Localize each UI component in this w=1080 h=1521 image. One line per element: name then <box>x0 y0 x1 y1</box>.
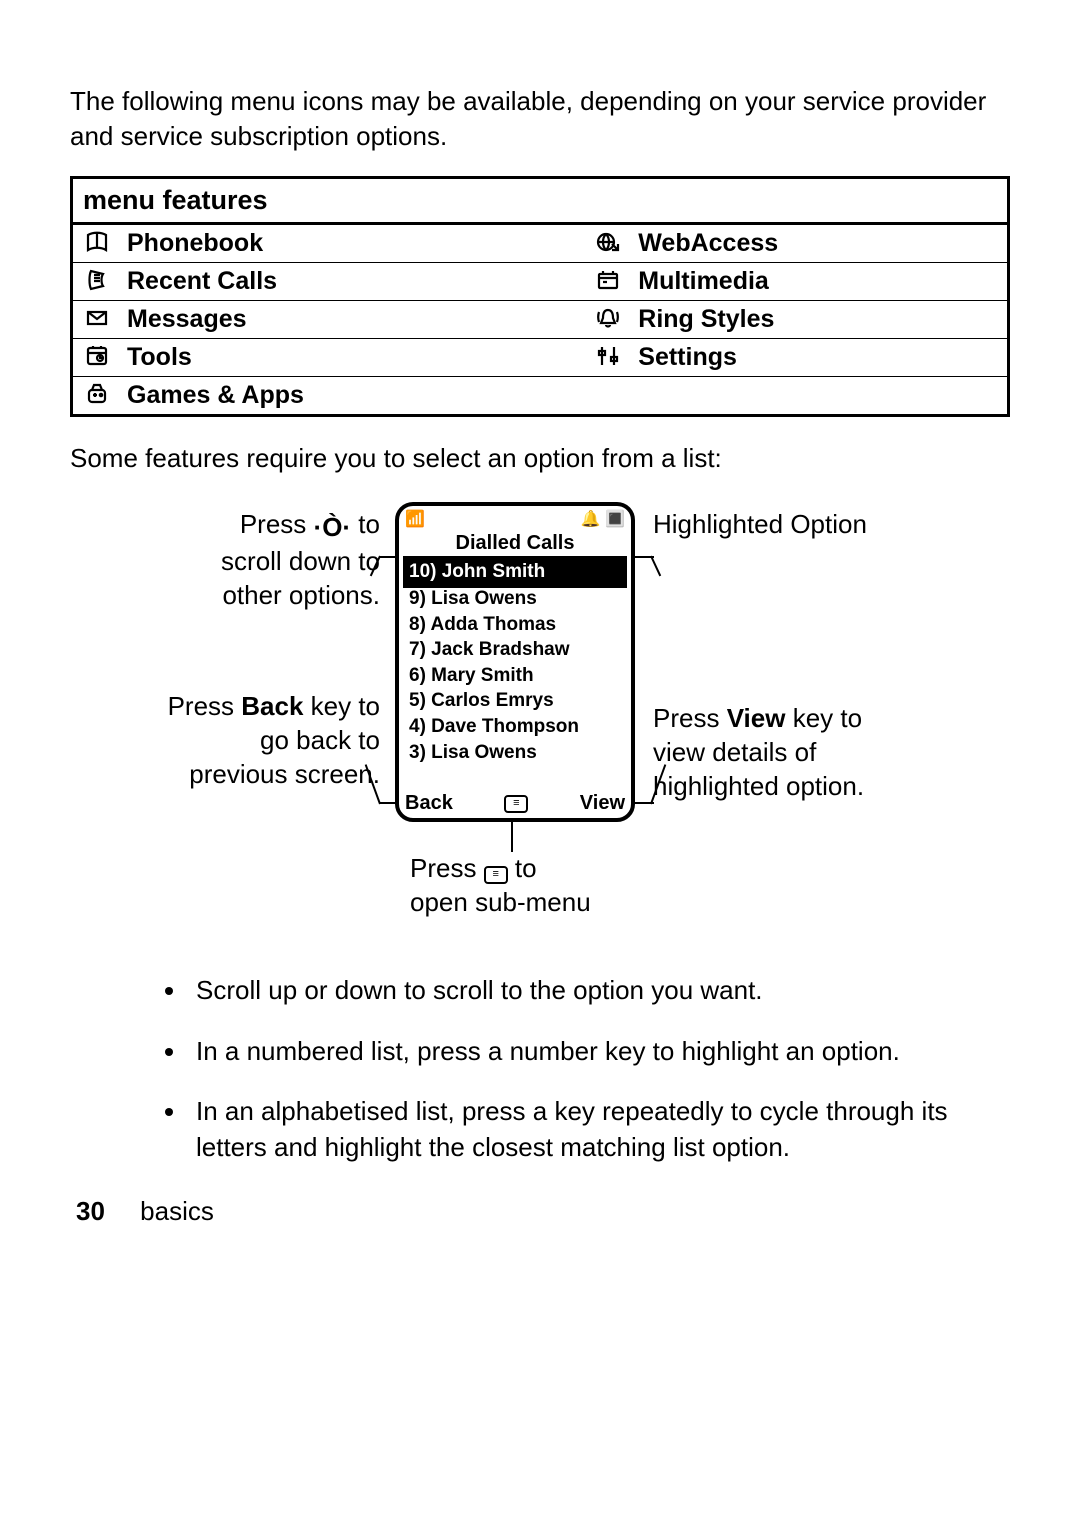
list-item: In an alphabetised list, press a key rep… <box>188 1093 1010 1166</box>
list-item: In a numbered list, press a number key t… <box>188 1033 1010 1069</box>
recent-calls-icon <box>72 263 122 301</box>
table-row: Tools Settings <box>72 339 1009 377</box>
softkey-back[interactable]: Back <box>405 792 453 815</box>
feature-label <box>632 377 1008 416</box>
list-item[interactable]: 10) John Smith <box>405 558 625 586</box>
feature-label: Games & Apps <box>121 377 584 416</box>
mid-paragraph: Some features require you to select an o… <box>70 441 1010 476</box>
list-item[interactable]: 8) Adda Thomas <box>405 612 625 638</box>
instruction-bullets: Scroll up or down to scroll to the optio… <box>70 972 1010 1166</box>
feature-label: Ring Styles <box>632 301 1008 339</box>
table-row: Games & Apps <box>72 377 1009 416</box>
signal-icon: 📶 <box>405 509 425 529</box>
list-item[interactable]: 6) Mary Smith <box>405 663 625 689</box>
battery-icons: 🔔 🔳 <box>581 509 625 529</box>
webaccess-icon <box>584 224 632 263</box>
multimedia-icon <box>584 263 632 301</box>
status-bar: 📶 🔔 🔳 <box>399 506 631 532</box>
list-item[interactable]: 9) Lisa Owens <box>405 586 625 612</box>
callout-highlighted: Highlighted Option <box>653 508 873 542</box>
screen-title: Dialled Calls <box>399 532 631 558</box>
callout-menu: Press ≡ to open sub-menu <box>410 852 630 920</box>
page-footer: 30 basics <box>70 1196 1010 1227</box>
call-list: 10) John Smith 9) Lisa Owens 8) Adda Tho… <box>399 558 631 765</box>
table-row: Phonebook WebAccess <box>72 224 1009 263</box>
features-header: menu features <box>72 178 1009 224</box>
nav-key-icon: ·Ò· <box>314 511 352 545</box>
table-row: Messages Ring Styles <box>72 301 1009 339</box>
feature-label: Settings <box>632 339 1008 377</box>
callout-view: Press View key to view details of highli… <box>653 702 893 803</box>
callout-scroll: Press ·Ò· to scroll down to other option… <box>160 508 380 612</box>
page-number: 30 <box>76 1196 105 1226</box>
phonebook-icon <box>72 224 122 263</box>
phone-screen: 📶 🔔 🔳 Dialled Calls 10) John Smith 9) Li… <box>395 502 635 822</box>
softkey-view[interactable]: View <box>580 792 625 815</box>
empty-icon <box>584 377 632 416</box>
feature-label: Tools <box>121 339 584 377</box>
section-name: basics <box>140 1196 214 1226</box>
games-icon <box>72 377 122 416</box>
menu-key-icon: ≡ <box>484 866 508 884</box>
callout-back: Press Back key to go back to previous sc… <box>160 690 380 791</box>
feature-label: WebAccess <box>632 224 1008 263</box>
feature-label: Phonebook <box>121 224 584 263</box>
feature-label: Messages <box>121 301 584 339</box>
list-item[interactable]: 3) Lisa Owens <box>405 740 625 766</box>
list-item[interactable]: 7) Jack Bradshaw <box>405 637 625 663</box>
list-item: Scroll up or down to scroll to the optio… <box>188 972 1010 1008</box>
list-item[interactable]: 5) Carlos Emrys <box>405 688 625 714</box>
feature-label: Multimedia <box>632 263 1008 301</box>
list-item[interactable]: 4) Dave Thompson <box>405 714 625 740</box>
softkey-bar: Back ≡ View <box>399 790 631 818</box>
table-row: Recent Calls Multimedia <box>72 263 1009 301</box>
intro-paragraph: The following menu icons may be availabl… <box>70 84 1010 154</box>
settings-icon <box>584 339 632 377</box>
softkey-menu[interactable]: ≡ <box>504 795 528 813</box>
messages-icon <box>72 301 122 339</box>
ringstyles-icon <box>584 301 632 339</box>
phone-diagram: 📶 🔔 🔳 Dialled Calls 10) John Smith 9) Li… <box>75 502 1005 932</box>
menu-features-table: menu features Phonebook WebAccess Recent… <box>70 176 1010 417</box>
tools-icon <box>72 339 122 377</box>
feature-label: Recent Calls <box>121 263 584 301</box>
